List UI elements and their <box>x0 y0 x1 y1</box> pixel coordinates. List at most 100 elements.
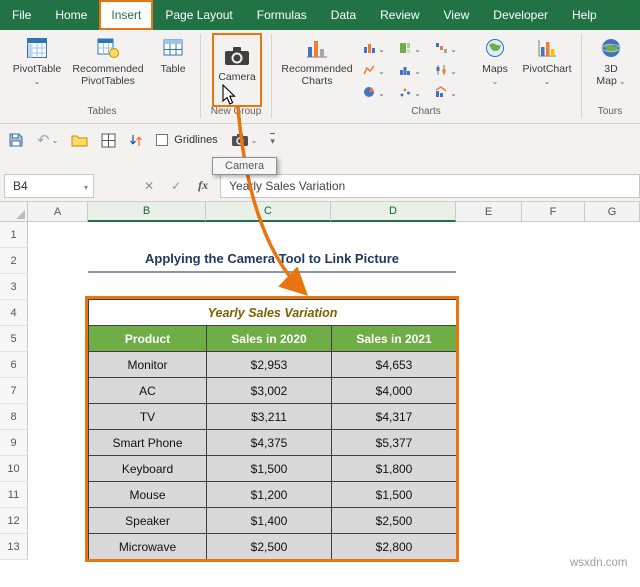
cell[interactable]: $4,653 <box>330 351 458 378</box>
table-row: TV $3,211 $4,317 <box>88 403 458 430</box>
cell[interactable]: $2,800 <box>330 533 458 560</box>
column-chart-button[interactable] <box>358 38 390 58</box>
table-caption-cell[interactable]: Yearly Sales Variation <box>87 299 458 326</box>
row-header-2[interactable]: 2 <box>0 248 28 274</box>
row-header-5[interactable]: 5 <box>0 326 28 352</box>
cell[interactable]: $4,317 <box>330 403 458 430</box>
tab-formulas[interactable]: Formulas <box>245 0 319 30</box>
cell[interactable]: Mouse <box>88 481 207 508</box>
column-header-e[interactable]: E <box>456 202 522 222</box>
maps-button[interactable]: Maps <box>474 35 516 87</box>
cell[interactable]: Speaker <box>88 507 207 534</box>
row-header-4[interactable]: 4 <box>0 300 28 326</box>
column-header-f[interactable]: F <box>522 202 585 222</box>
pie-chart-button[interactable] <box>358 82 390 102</box>
cell[interactable]: Smart Phone <box>88 429 207 456</box>
borders-button[interactable] <box>101 131 116 149</box>
cell[interactable]: $1,500 <box>206 455 332 482</box>
waterfall-chart-button[interactable] <box>430 38 462 58</box>
row-header-9[interactable]: 9 <box>0 430 28 456</box>
cell[interactable]: Keyboard <box>88 455 207 482</box>
chevron-down-icon <box>251 134 258 146</box>
row-header-13[interactable]: 13 <box>0 534 28 560</box>
row-header-6[interactable]: 6 <box>0 352 28 378</box>
formula-input[interactable]: Yearly Sales Variation <box>220 173 640 198</box>
column-header-a[interactable]: A <box>28 202 88 222</box>
camera-qat-button[interactable] <box>231 131 258 149</box>
cell[interactable]: $1,400 <box>206 507 332 534</box>
cell[interactable]: AC <box>88 377 207 404</box>
column-header-c[interactable]: C <box>206 202 331 222</box>
recommended-pivottables-label-line2: PivotTables <box>81 75 135 87</box>
table-button[interactable]: Table <box>150 35 196 75</box>
chevron-down-icon <box>414 39 421 57</box>
pivotchart-button[interactable]: PivotChart <box>518 35 576 87</box>
tab-file[interactable]: File <box>0 0 43 30</box>
undo-button[interactable] <box>37 131 58 149</box>
cell[interactable]: $5,377 <box>330 429 458 456</box>
cell[interactable]: $2,953 <box>206 351 332 378</box>
cell[interactable]: $2,500 <box>206 533 332 560</box>
select-all-corner[interactable] <box>0 202 28 222</box>
cell[interactable]: Monitor <box>88 351 207 378</box>
column-header-b[interactable]: B <box>88 202 206 222</box>
line-chart-button[interactable] <box>358 60 390 80</box>
save-button[interactable] <box>8 131 24 149</box>
cell[interactable]: $1,200 <box>206 481 332 508</box>
cell[interactable]: Microwave <box>88 533 207 560</box>
recommended-pivottables-button[interactable]: Recommended PivotTables <box>68 35 148 87</box>
column-header-g[interactable]: G <box>585 202 640 222</box>
cell[interactable]: TV <box>88 403 207 430</box>
tab-review[interactable]: Review <box>368 0 431 30</box>
tab-developer[interactable]: Developer <box>481 0 560 30</box>
tab-help[interactable]: Help <box>560 0 609 30</box>
row-header-12[interactable]: 12 <box>0 508 28 534</box>
stock-chart-button[interactable] <box>430 60 462 80</box>
histogram-chart-button[interactable] <box>394 60 426 80</box>
cell[interactable]: $4,000 <box>330 377 458 404</box>
row-header-8[interactable]: 8 <box>0 404 28 430</box>
column-header-d[interactable]: D <box>331 202 456 222</box>
pivottable-button[interactable]: PivotTable <box>8 35 66 87</box>
sheet-grid[interactable]: 1 2 3 4 5 6 7 8 9 10 11 12 13 Applying t… <box>0 222 640 587</box>
row-header-3[interactable]: 3 <box>0 274 28 300</box>
table-row: Smart Phone $4,375 $5,377 <box>88 429 458 456</box>
column-header-row: A B C D E F G <box>0 202 640 222</box>
header-cell-sales-2021[interactable]: Sales in 2021 <box>330 325 458 352</box>
cell[interactable]: $3,211 <box>206 403 332 430</box>
cell[interactable]: $2,500 <box>330 507 458 534</box>
hierarchy-chart-button[interactable] <box>394 38 426 58</box>
cell[interactable]: $1,800 <box>330 455 458 482</box>
camera-button[interactable]: Camera <box>212 33 262 107</box>
header-cell-product[interactable]: Product <box>88 325 207 352</box>
header-cell-sales-2020[interactable]: Sales in 2020 <box>206 325 332 352</box>
3d-map-label-line2: Map <box>596 75 617 87</box>
gridlines-checkbox[interactable]: Gridlines <box>156 131 218 149</box>
3d-map-button[interactable]: 3D Map <box>589 35 633 87</box>
tab-page-layout[interactable]: Page Layout <box>153 0 244 30</box>
customize-toolbar-button[interactable] <box>270 131 275 149</box>
table-row: AC $3,002 $4,000 <box>88 377 458 404</box>
row-header-10[interactable]: 10 <box>0 456 28 482</box>
chevron-down-icon <box>544 75 551 87</box>
tab-data[interactable]: Data <box>319 0 368 30</box>
cell[interactable]: $4,375 <box>206 429 332 456</box>
insert-function-icon[interactable] <box>198 178 208 193</box>
tab-view[interactable]: View <box>432 0 482 30</box>
cell[interactable]: $1,500 <box>330 481 458 508</box>
tab-insert[interactable]: Insert <box>99 0 154 30</box>
recommended-charts-button[interactable]: Recommended Charts <box>278 35 356 87</box>
cell[interactable]: $3,002 <box>206 377 332 404</box>
row-header-11[interactable]: 11 <box>0 482 28 508</box>
scatter-chart-button[interactable] <box>394 82 426 102</box>
enter-icon[interactable] <box>171 179 181 193</box>
open-file-button[interactable] <box>71 131 88 149</box>
cancel-icon[interactable] <box>144 179 154 193</box>
sort-button[interactable] <box>129 131 143 149</box>
tab-home[interactable]: Home <box>43 0 99 30</box>
row-header-1[interactable]: 1 <box>0 222 28 248</box>
chevron-down-icon <box>414 83 421 101</box>
row-header-7[interactable]: 7 <box>0 378 28 404</box>
combo-chart-button[interactable] <box>430 82 462 102</box>
name-box[interactable]: B4 <box>4 173 94 198</box>
